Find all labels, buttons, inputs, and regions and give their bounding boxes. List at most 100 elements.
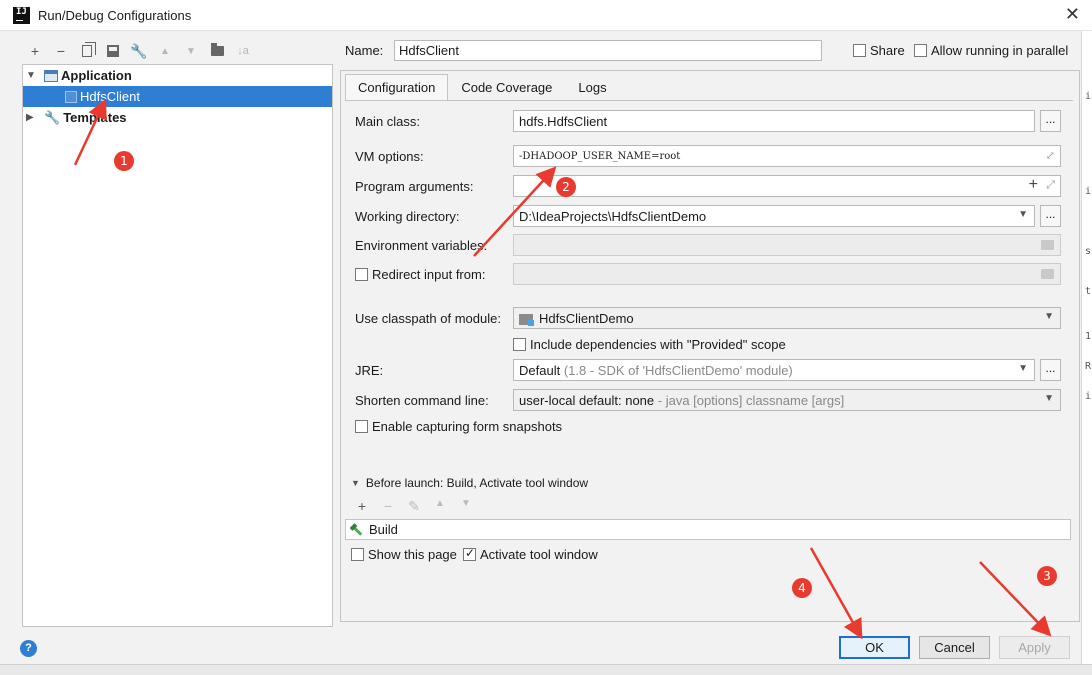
- copy-config-button[interactable]: [74, 41, 100, 61]
- snapshots-option[interactable]: Enable capturing form snapshots: [355, 419, 562, 434]
- vm-options-value: -DHADOOP_USER_NAME=root: [519, 151, 681, 162]
- working-dir-label: Working directory:: [355, 209, 460, 224]
- shorten-select[interactable]: user-local default: none - java [options…: [513, 389, 1061, 411]
- classpath-label: Use classpath of module:: [355, 311, 501, 326]
- parallel-label: Allow running in parallel: [931, 43, 1069, 58]
- jre-browse-button[interactable]: ...: [1040, 359, 1061, 381]
- tree-item-label: HdfsClient: [80, 89, 140, 104]
- include-deps-label: Include dependencies with "Provided" sco…: [530, 337, 786, 352]
- include-deps-option[interactable]: Include dependencies with "Provided" sco…: [513, 337, 786, 352]
- activate-window-option[interactable]: Activate tool window: [463, 546, 598, 562]
- show-page-option[interactable]: Show this page: [351, 547, 457, 562]
- working-dir-browse-button[interactable]: ...: [1040, 205, 1061, 227]
- move-task-down-button[interactable]: ▼: [453, 498, 479, 516]
- chevron-down-icon[interactable]: ▼: [1018, 209, 1028, 220]
- window-title: Run/Debug Configurations: [38, 8, 192, 23]
- before-launch-task-list[interactable]: Build: [345, 519, 1071, 540]
- wrench-icon: 🔧: [130, 42, 148, 59]
- remove-task-button[interactable]: −: [375, 498, 401, 516]
- tree-node-label: Application: [61, 68, 132, 83]
- parallel-checkbox[interactable]: [914, 44, 927, 57]
- tab-configuration[interactable]: Configuration: [345, 74, 449, 101]
- before-launch-toolbar: + − ✎ ▲ ▼: [349, 498, 479, 516]
- chevron-down-icon[interactable]: ▼: [1044, 393, 1054, 404]
- share-option[interactable]: Share: [853, 43, 905, 58]
- close-icon[interactable]: ✕: [1065, 4, 1080, 25]
- chevron-down-icon[interactable]: ▼: [351, 478, 360, 488]
- vm-options-field[interactable]: -DHADOOP_USER_NAME=root ⤢: [513, 145, 1061, 167]
- background-window-strip: [0, 664, 1092, 675]
- expand-icon[interactable]: ⤢: [1046, 149, 1055, 162]
- wrench-icon: 🔧: [44, 109, 61, 125]
- expand-icon[interactable]: ⤢: [1046, 179, 1055, 192]
- configuration-tree[interactable]: ▼ Application HdfsClient ▶ 🔧 Templates: [22, 64, 333, 627]
- redirect-checkbox[interactable]: [355, 268, 368, 281]
- tree-node-label: Templates: [63, 110, 127, 125]
- main-class-label: Main class:: [355, 114, 421, 129]
- tab-code-coverage[interactable]: Code Coverage: [448, 74, 565, 101]
- tab-bar: Configuration Code Coverage Logs: [345, 74, 620, 101]
- move-down-button[interactable]: ▼: [178, 41, 204, 61]
- add-task-button[interactable]: +: [349, 498, 375, 516]
- shorten-value: user-local default: none: [519, 393, 655, 408]
- parallel-option[interactable]: Allow running in parallel: [914, 43, 1068, 58]
- name-input[interactable]: HdfsClient: [394, 40, 822, 61]
- tab-divider: [345, 100, 1073, 101]
- classpath-select[interactable]: HdfsClientDemo ▼: [513, 307, 1061, 329]
- program-args-field[interactable]: + ⤢: [513, 175, 1061, 197]
- save-config-button[interactable]: [100, 41, 126, 61]
- sort-button[interactable]: ↓a: [230, 41, 256, 61]
- name-label: Name:: [345, 43, 384, 58]
- hammer-icon: [350, 524, 364, 536]
- working-dir-field[interactable]: D:\IdeaProjects\HdfsClientDemo ▼: [513, 205, 1035, 227]
- snapshots-checkbox[interactable]: [355, 420, 368, 433]
- intellij-app-icon: IJ: [13, 7, 30, 24]
- include-deps-checkbox[interactable]: [513, 338, 526, 351]
- chevron-down-icon[interactable]: ▼: [1018, 363, 1028, 374]
- help-icon[interactable]: ?: [20, 640, 37, 657]
- show-page-label: Show this page: [368, 547, 457, 562]
- tree-node-application[interactable]: ▼ Application: [23, 65, 332, 86]
- tree-node-templates[interactable]: ▶ 🔧 Templates: [23, 107, 332, 128]
- show-page-checkbox[interactable]: [351, 548, 364, 561]
- edit-defaults-button[interactable]: 🔧: [126, 41, 152, 61]
- move-up-button[interactable]: ▲: [152, 41, 178, 61]
- main-class-browse-button[interactable]: ...: [1040, 110, 1061, 132]
- cancel-button[interactable]: Cancel: [919, 636, 990, 659]
- env-vars-field[interactable]: [513, 234, 1061, 256]
- redirect-option[interactable]: Redirect input from:: [355, 267, 485, 282]
- folder-icon[interactable]: [1041, 240, 1054, 250]
- jre-hint: (1.8 - SDK of 'HdfsClientDemo' module): [563, 363, 793, 378]
- remove-config-button[interactable]: −: [48, 41, 74, 61]
- annotation-badge-4: 4: [792, 578, 812, 598]
- activate-window-label: Activate tool window: [480, 547, 598, 562]
- tab-logs[interactable]: Logs: [565, 74, 619, 101]
- working-dir-value: D:\IdeaProjects\HdfsClientDemo: [519, 209, 707, 224]
- share-checkbox[interactable]: [853, 44, 866, 57]
- program-args-label: Program arguments:: [355, 179, 474, 194]
- config-toolbar: + − 🔧 ▲ ▼ ↓a: [22, 40, 256, 62]
- main-class-field[interactable]: hdfs.HdfsClient: [513, 110, 1035, 132]
- jre-select[interactable]: Default (1.8 - SDK of 'HdfsClientDemo' m…: [513, 359, 1035, 381]
- ok-button[interactable]: OK: [839, 636, 910, 659]
- edit-task-button[interactable]: ✎: [401, 498, 427, 516]
- build-task-label: Build: [369, 522, 398, 537]
- chevron-down-icon[interactable]: ▼: [1044, 311, 1054, 322]
- apply-button[interactable]: Apply: [999, 636, 1070, 659]
- chevron-right-icon[interactable]: ▶: [26, 112, 36, 123]
- redirect-label: Redirect input from:: [372, 267, 486, 282]
- tree-item-hdfsclient[interactable]: HdfsClient: [23, 86, 332, 107]
- before-launch-header[interactable]: ▼ Before launch: Build, Activate tool wi…: [351, 476, 588, 490]
- save-icon: [107, 45, 119, 57]
- activate-window-checkbox[interactable]: [463, 546, 476, 561]
- module-icon: [519, 314, 534, 327]
- classpath-value: HdfsClientDemo: [539, 311, 634, 326]
- move-task-up-button[interactable]: ▲: [427, 498, 453, 516]
- add-config-button[interactable]: +: [22, 41, 48, 61]
- chevron-down-icon[interactable]: ▼: [26, 70, 36, 81]
- annotation-badge-2: 2: [556, 177, 576, 197]
- folder-icon: [210, 43, 224, 56]
- add-macro-icon[interactable]: +: [1029, 176, 1038, 194]
- redirect-field: [513, 263, 1061, 285]
- move-to-folder-button[interactable]: [204, 41, 230, 61]
